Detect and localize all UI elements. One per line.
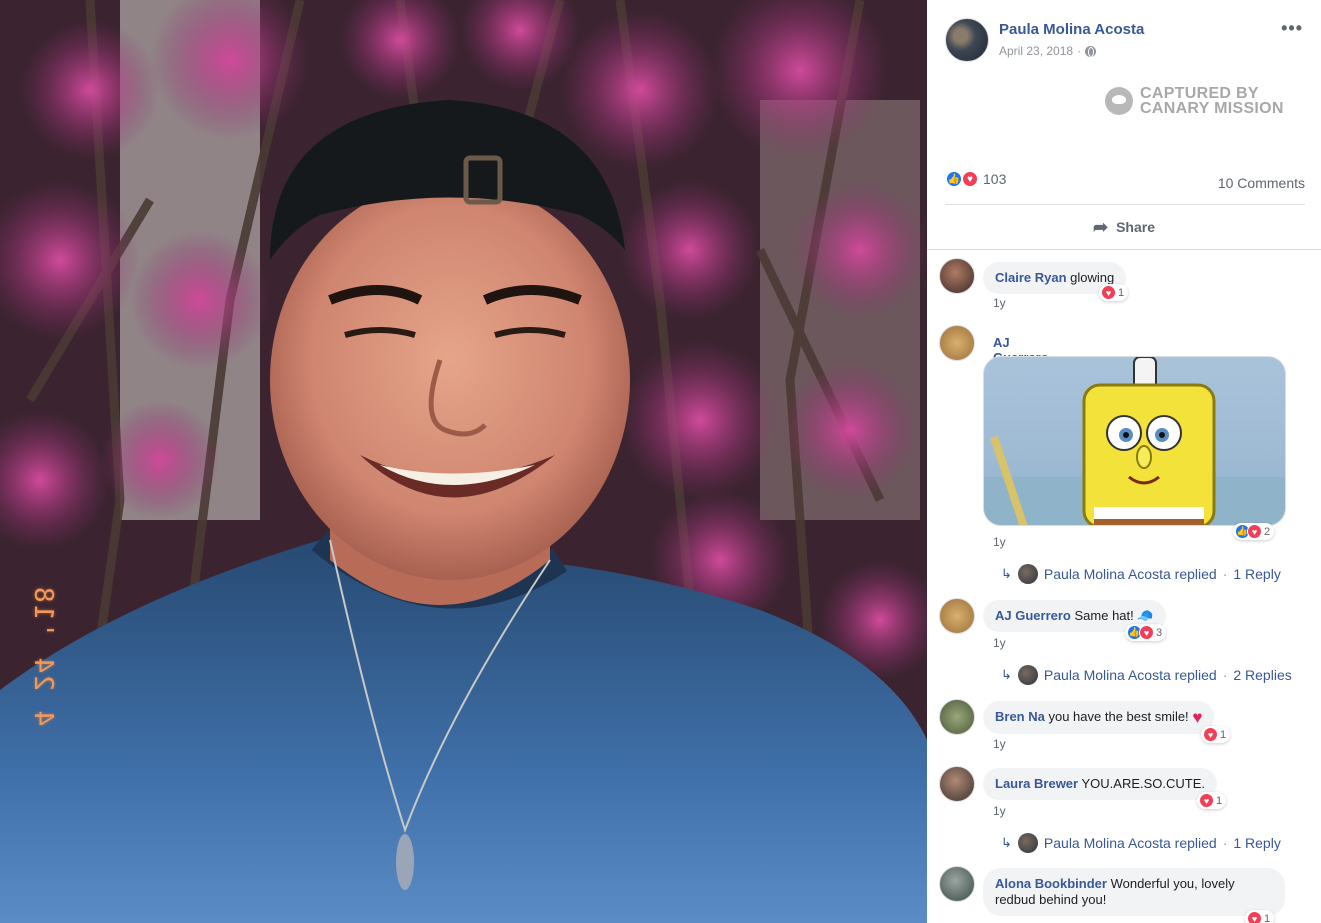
comment-bubble: Bren Na you have the best smile! ♥ [983, 701, 1215, 734]
commenter-avatar[interactable] [939, 325, 975, 361]
commenter-avatar[interactable] [939, 699, 975, 735]
reaction-summary[interactable]: 👍 ♥ 103 [945, 170, 1006, 188]
author-avatar[interactable] [945, 18, 989, 62]
comment-reactions[interactable]: ♥ 1 [1099, 284, 1129, 301]
reply-arrow-icon: ↳ [1001, 566, 1012, 581]
love-reaction-icon: ♥ [1247, 911, 1262, 923]
love-reaction-icon: ♥ [1139, 625, 1154, 640]
commenter-name[interactable]: Bren Na [995, 709, 1045, 724]
globe-icon[interactable] [1085, 45, 1097, 57]
comment-time[interactable]: 1y [993, 737, 1006, 751]
love-reaction-icon: ♥ [1247, 524, 1262, 539]
love-reaction-icon: ♥ [1101, 285, 1116, 300]
comment-reactions[interactable]: ♥ 1 [1201, 726, 1231, 743]
comment-text: YOU.ARE.SO.CUTE. [1081, 776, 1206, 791]
love-reaction-icon: ♥ [1199, 793, 1214, 808]
comment-time[interactable]: 1y [993, 636, 1006, 650]
comment-text: redbud behind you! [995, 892, 1107, 907]
commenter-avatar[interactable] [939, 258, 975, 294]
reply-avatar [1017, 833, 1038, 853]
post-side-panel: Paula Molina Acosta April 23, 2018 · •••… [927, 0, 1321, 923]
watermark-text: CAPTURED BY CANARY MISSION [1140, 85, 1284, 117]
comment-text: you have the best smile! [1048, 709, 1189, 724]
divider [945, 204, 1305, 205]
post-photo[interactable]: 4 24 '18 [0, 0, 927, 923]
share-label: Share [1116, 219, 1155, 235]
commenter-avatar[interactable] [939, 598, 975, 634]
comment-time[interactable]: 1y [993, 804, 1006, 818]
love-reaction-icon: ♥ [1203, 727, 1218, 742]
reply-arrow-icon: ↳ [1001, 835, 1012, 850]
cap-emoji-icon: 🧢 [1137, 608, 1154, 623]
watermark: CAPTURED BY CANARY MISSION [1105, 85, 1284, 117]
gif-attachment[interactable] [983, 356, 1286, 526]
comment-reactions[interactable]: ♥ 1 [1197, 792, 1227, 809]
canary-logo-icon [1105, 87, 1133, 115]
post-meta: April 23, 2018 · [999, 44, 1097, 58]
share-icon: ➦ [1092, 216, 1109, 237]
divider [927, 249, 1321, 250]
comment-text: Same hat! [1074, 608, 1134, 623]
comment-reactions[interactable]: ♥ 1 [1245, 910, 1275, 923]
replies-link[interactable]: ↳ Paula Molina Acosta replied · 1 Reply [1001, 833, 1281, 853]
comment-text: Wonderful you, lovely [1110, 876, 1235, 891]
comment-bubble: Laura Brewer YOU.ARE.SO.CUTE. [983, 768, 1218, 800]
more-options-icon[interactable]: ••• [1281, 18, 1303, 39]
heart-emoji-icon: ♥ [1192, 708, 1203, 727]
commenter-name[interactable]: Laura Brewer [995, 776, 1078, 791]
love-reaction-icon: ♥ [961, 170, 979, 188]
reaction-count: 103 [983, 171, 1007, 187]
reply-avatar [1017, 564, 1038, 584]
reply-avatar [1017, 665, 1038, 685]
share-button[interactable]: ➦ Share [927, 213, 1321, 241]
comment-reactions[interactable]: 👍 ♥ 3 [1125, 624, 1167, 641]
commenter-name[interactable]: AJ Guerrero [995, 608, 1071, 623]
author-name[interactable]: Paula Molina Acosta [999, 21, 1144, 38]
comment-bubble: Alona Bookbinder Wonderful you, lovely r… [983, 868, 1285, 916]
commenter-name[interactable]: Claire Ryan [995, 270, 1067, 285]
comment-time[interactable]: 1y [993, 296, 1006, 310]
commenter-name[interactable]: Alona Bookbinder [995, 876, 1107, 891]
photo-illustration [0, 0, 927, 923]
commenter-avatar[interactable] [939, 766, 975, 802]
replies-link[interactable]: ↳ Paula Molina Acosta replied · 1 Reply [1001, 564, 1281, 584]
comment-time[interactable]: 1y [993, 535, 1006, 549]
commenter-avatar[interactable] [939, 866, 975, 902]
replies-link[interactable]: ↳ Paula Molina Acosta replied · 2 Replie… [1001, 665, 1292, 685]
spongebob-gif-image [984, 357, 1285, 525]
comments-count[interactable]: 10 Comments [1218, 175, 1305, 191]
meta-separator: · [1077, 44, 1082, 58]
comment-reactions[interactable]: 👍 ♥ 2 [1233, 523, 1275, 540]
comment-text: glowing [1070, 270, 1115, 285]
photo-date-stamp: 4 24 '18 [28, 585, 58, 727]
reply-arrow-icon: ↳ [1001, 667, 1012, 682]
post-date[interactable]: April 23, 2018 [999, 44, 1073, 58]
